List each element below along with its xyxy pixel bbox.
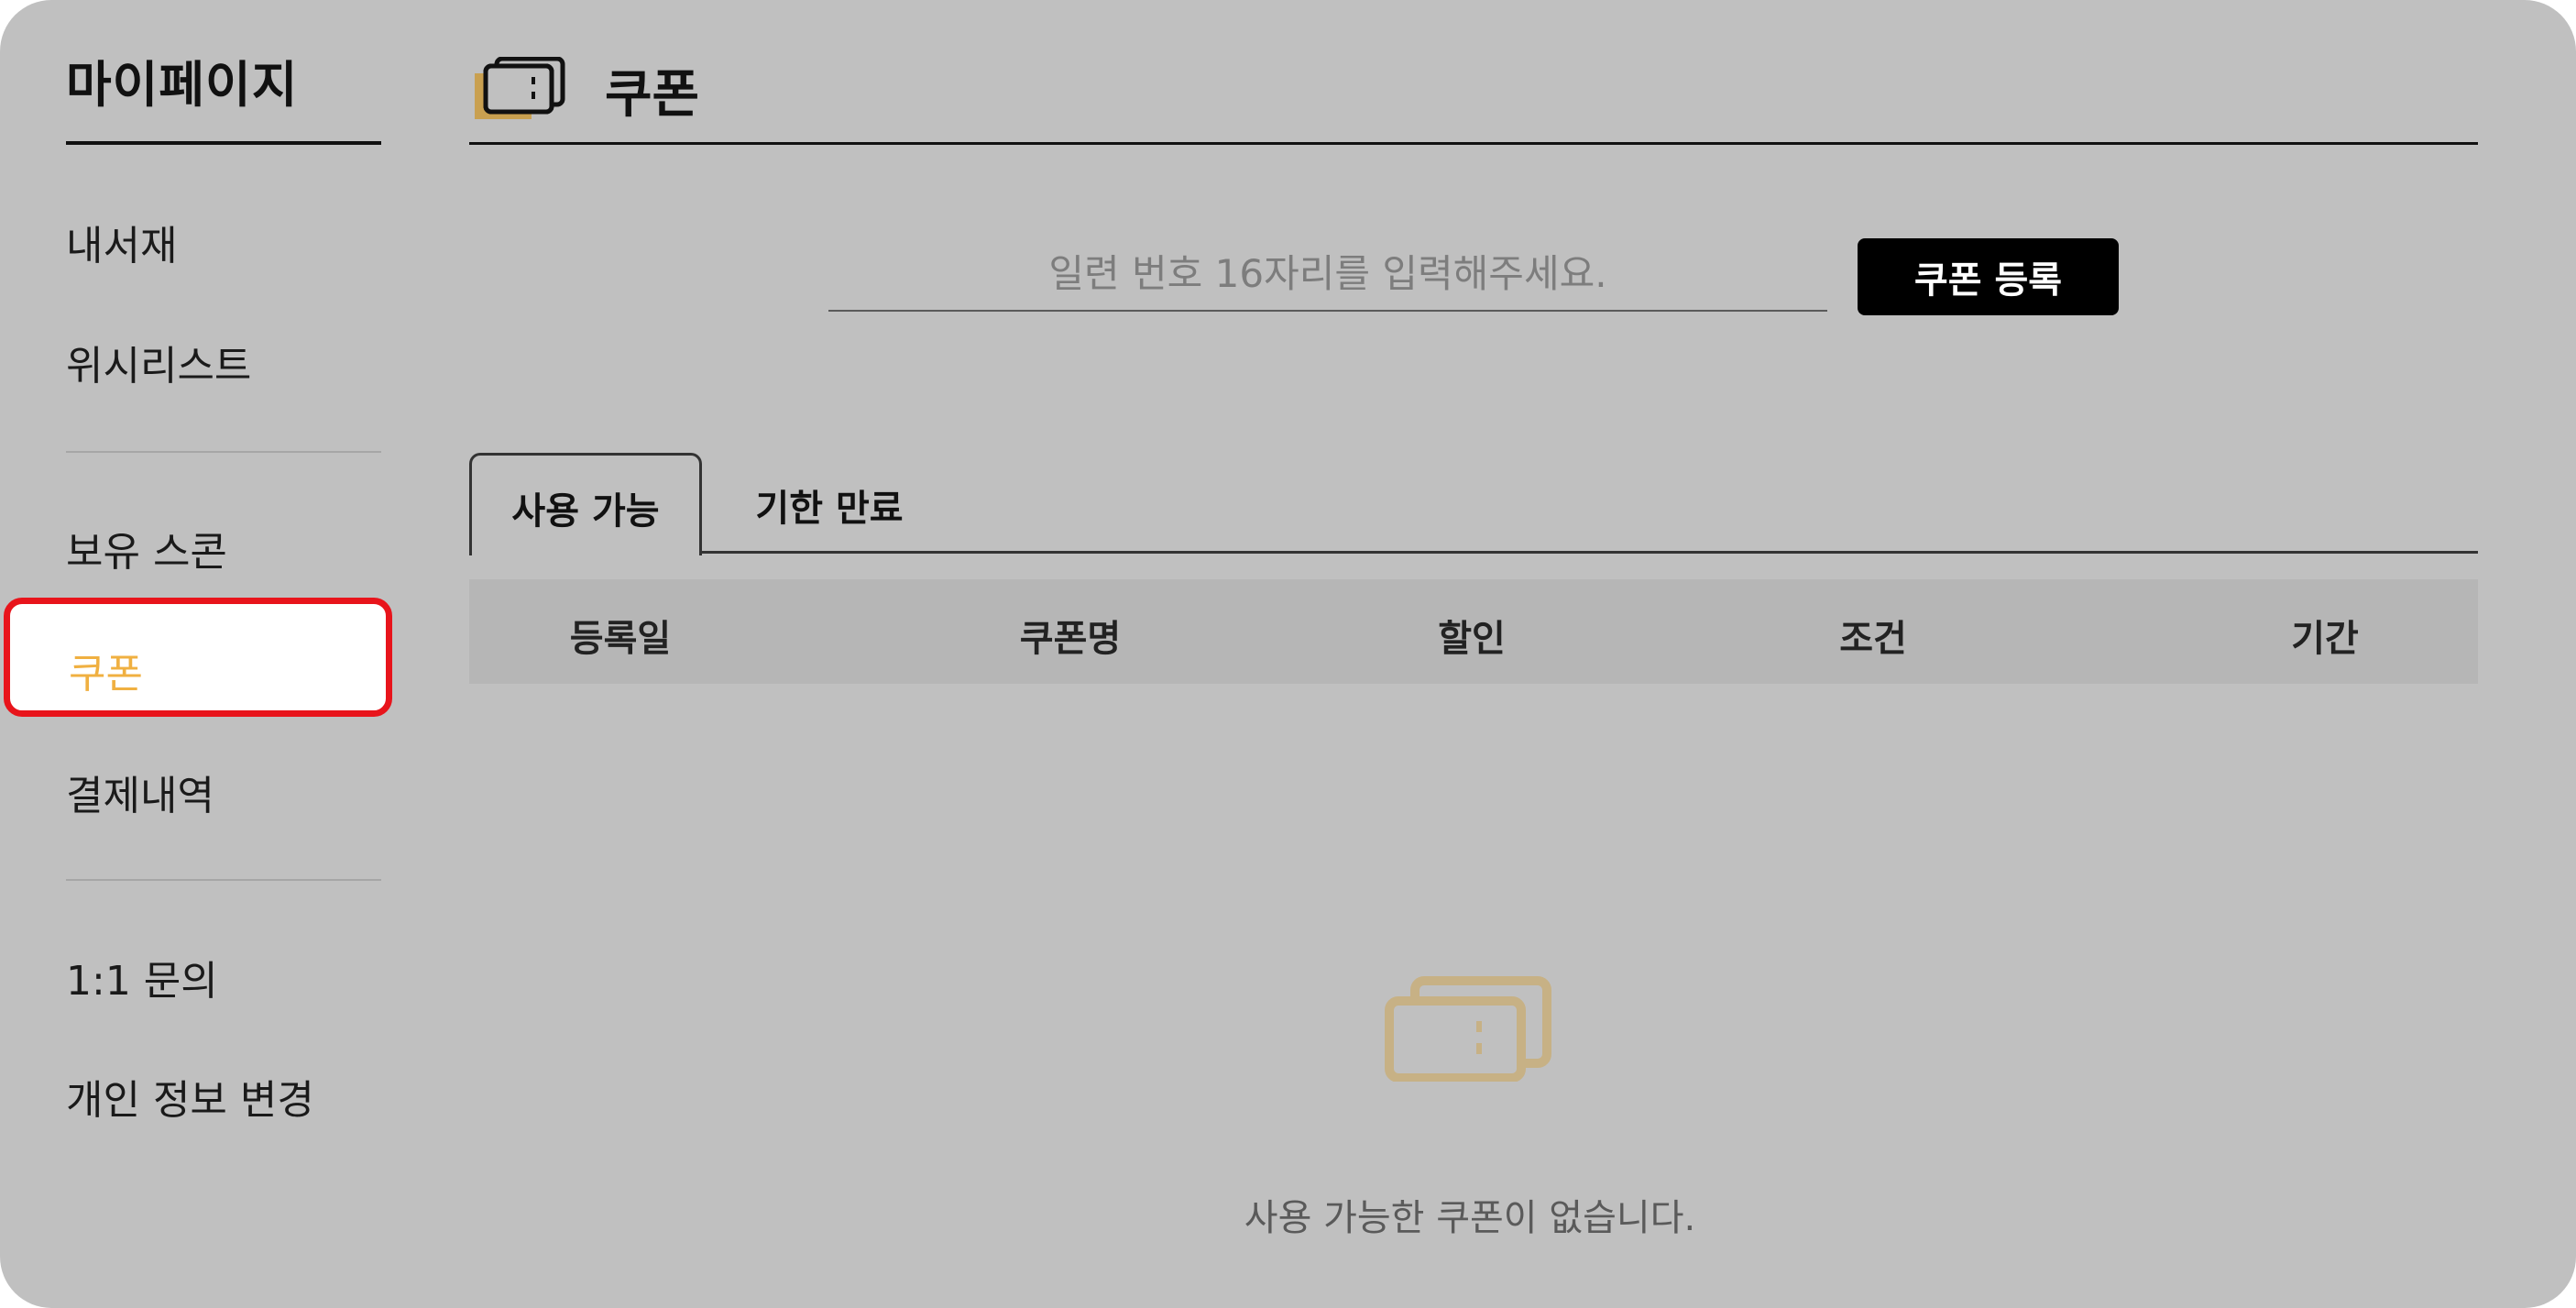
header-divider [469, 142, 2478, 145]
column-header-coupon-name: 쿠폰명 [1019, 618, 1122, 660]
column-header-condition: 조건 [1839, 618, 1907, 660]
sidebar-title-divider [66, 141, 381, 145]
tab-divider [698, 551, 2478, 554]
tab-expired[interactable]: 기한 만료 [724, 453, 935, 550]
sidebar-item-payment-history[interactable]: 결제내역 [66, 763, 214, 821]
column-header-registered-date: 등록일 [569, 618, 672, 660]
empty-state-message: 사용 가능한 쿠폰이 없습니다. [1244, 1197, 1696, 1239]
tab-available-label: 사용 가능 [511, 490, 660, 533]
sidebar-item-scone-balance[interactable]: 보유 스콘 [66, 519, 227, 577]
coupon-icon [475, 57, 565, 119]
coupon-table-header: 등록일 쿠폰명 할인 조건 기간 [469, 579, 2478, 684]
column-header-discount: 할인 [1438, 618, 1506, 660]
page-title: 쿠폰 [605, 65, 700, 125]
tab-available[interactable]: 사용 가능 [469, 453, 702, 555]
sidebar-item-profile-settings[interactable]: 개인 정보 변경 [66, 1067, 314, 1126]
coupon-code-input[interactable] [828, 236, 1827, 312]
mypage-window: 마이페이지 내서재 위시리스트 보유 스콘 쿠폰 결제내역 1:1 문의 개인 … [0, 0, 2576, 1308]
sidebar-title: 마이페이지 [66, 56, 299, 114]
register-coupon-button[interactable]: 쿠폰 등록 [1858, 238, 2119, 315]
sidebar-item-inquiry[interactable]: 1:1 문의 [66, 948, 218, 1006]
sidebar-divider [66, 451, 381, 453]
tab-expired-label: 기한 만료 [755, 488, 904, 530]
sidebar-item-library[interactable]: 내서재 [66, 213, 177, 271]
sidebar-item-wishlist[interactable]: 위시리스트 [66, 333, 251, 391]
sidebar-item-coupon-label: 쿠폰 [69, 651, 143, 698]
sidebar-divider [66, 879, 381, 881]
column-header-period: 기간 [2291, 618, 2359, 660]
coupon-icon [1385, 976, 1551, 1082]
sidebar-item-coupon[interactable]: 쿠폰 [4, 598, 392, 717]
